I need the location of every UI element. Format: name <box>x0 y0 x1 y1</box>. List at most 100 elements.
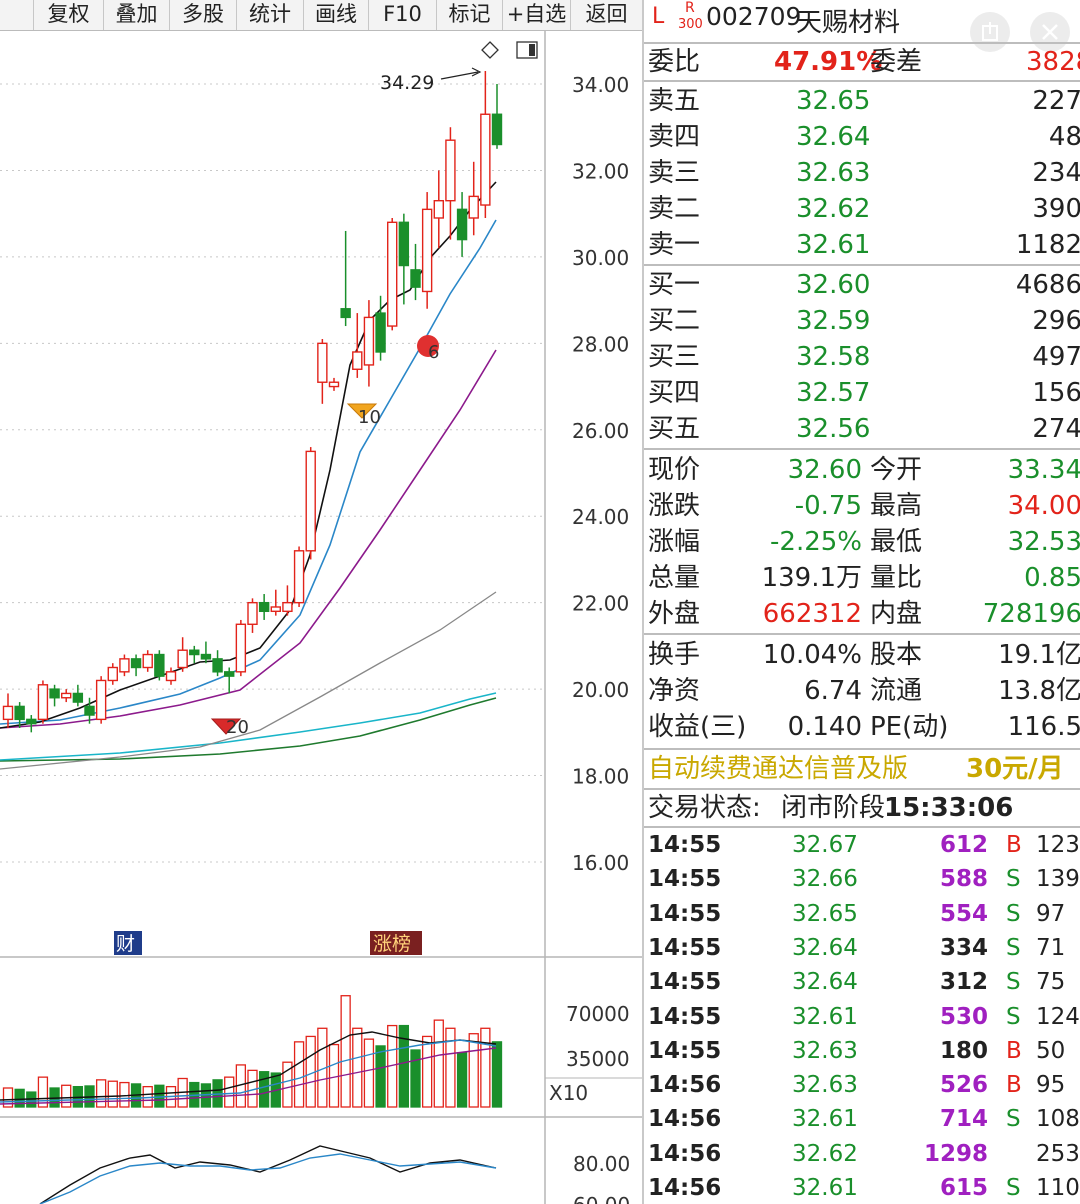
bid-row[interactable]: 买四 32.57 156 <box>644 375 1080 411</box>
statistics-button[interactable]: 统计 <box>237 0 304 30</box>
tick-price: 32.63 <box>792 1037 858 1064</box>
tick-row[interactable]: 14:56 32.62 1298 253 <box>644 1137 1080 1171</box>
tick-side: S <box>1006 934 1021 961</box>
tick-row[interactable]: 14:56 32.63 526 B 95 <box>644 1068 1080 1102</box>
weibi-row: 委比 47.91% 委差 3828 <box>644 44 1080 80</box>
volume-bar <box>340 995 351 1108</box>
bid-price: 32.60 <box>796 270 871 300</box>
candle-body <box>212 658 223 673</box>
candle <box>305 447 316 560</box>
quote-row: 外盘 662312 内盘 728196 <box>644 596 1080 632</box>
tick-price: 32.61 <box>792 1003 858 1030</box>
tick-side: B <box>1006 832 1022 858</box>
fuquan-button[interactable]: 复权 <box>34 0 104 30</box>
candle <box>410 243 421 301</box>
stock-code: 002709 <box>706 2 802 31</box>
tick-count: 108 <box>1036 1106 1080 1133</box>
tick-row[interactable]: 14:55 32.63 180 B 50 <box>644 1034 1080 1068</box>
candle-body <box>363 316 375 366</box>
candle-body <box>480 113 491 206</box>
ask-row[interactable]: 卖一 32.61 1182 <box>644 227 1080 263</box>
ask-row[interactable]: 卖三 32.63 234 <box>644 155 1080 191</box>
volume-bar <box>258 1071 270 1108</box>
candle-body <box>247 601 258 625</box>
candle-body <box>317 342 328 383</box>
quote-row: 涨幅 -2.25% 最低 32.53 <box>644 524 1080 560</box>
tick-row[interactable]: 14:56 32.61 714 S 108 <box>644 1102 1080 1136</box>
candle-body <box>72 692 84 703</box>
ask-row[interactable]: 卖二 32.62 390 <box>644 191 1080 227</box>
diamond-icon[interactable] <box>481 41 499 59</box>
quote-label: 总量 <box>648 563 701 593</box>
bid-row[interactable]: 买二 32.59 296 <box>644 303 1080 339</box>
quote-row: 总量 139.1万 量比 0.85 <box>644 560 1080 596</box>
tick-row[interactable]: 14:55 32.66 588 S 139 <box>644 862 1080 896</box>
volume-bar <box>410 1049 421 1108</box>
candle <box>95 676 107 724</box>
bid-volume: 296 <box>1032 306 1080 336</box>
ask-label: 卖一 <box>648 230 701 260</box>
ask-price: 32.62 <box>796 194 871 224</box>
volume-bar <box>352 1027 363 1108</box>
tick-volume: 588 <box>939 866 988 893</box>
weibi-value: 47.91% <box>774 47 883 77</box>
bid-row[interactable]: 买三 32.58 497 <box>644 339 1080 375</box>
candle-body <box>433 199 444 219</box>
promo-text: 自动续费通达信普及版 <box>648 754 909 784</box>
badge-20[interactable]: 20 <box>210 717 249 738</box>
grid-lines <box>0 83 545 863</box>
add-favorite-button[interactable]: +自选 <box>503 0 571 30</box>
fundamental-value: 19.1亿 <box>998 640 1080 670</box>
ask-label: 卖四 <box>648 122 701 152</box>
candle-body <box>293 550 305 604</box>
tick-row[interactable]: 14:55 32.61 530 S 124 <box>644 1000 1080 1034</box>
divider <box>644 448 1080 450</box>
tick-time: 14:55 <box>648 900 722 927</box>
bid-row[interactable]: 买五 32.56 274 <box>644 411 1080 447</box>
candle <box>224 667 235 694</box>
mark-button[interactable]: 标记 <box>437 0 503 30</box>
candle-body <box>130 658 142 669</box>
bid-row[interactable]: 买一 32.60 4686 <box>644 267 1080 303</box>
candle <box>247 598 258 633</box>
badge-10[interactable]: 10 <box>346 403 381 428</box>
tick-row[interactable]: 14:55 32.64 334 S 71 <box>644 931 1080 965</box>
tick-time: 14:56 <box>648 1140 722 1167</box>
kdj-blue <box>39 1153 497 1204</box>
quote-value: 33.34 <box>1007 455 1080 485</box>
fundamental-value: 116.5 <box>1007 712 1080 742</box>
quote-row: 涨跌 -0.75 最高 34.00 <box>644 488 1080 524</box>
back-button[interactable]: 返回 <box>571 0 642 30</box>
trade-status-row: 交易状态: 闭市阶段 15:33:06 <box>644 790 1080 826</box>
stock-header: L R 300 002709 天赐材料 <box>644 0 1080 52</box>
tick-price: 32.64 <box>792 969 858 996</box>
tick-row[interactable]: 14:55 32.67 612 B 123 <box>644 828 1080 862</box>
kline-panel[interactable]: 复权 叠加 多股 统计 画线 F10 标记 +自选 返回 34.29 10 6 … <box>0 0 642 1204</box>
candle <box>154 650 165 681</box>
promo-row[interactable]: 自动续费通达信普及版 30元/月 <box>644 751 1080 787</box>
kline-chart[interactable]: 34.29 10 6 20 财 涨榜 34.00 32.00 30.00 28.00 2… <box>0 31 642 1204</box>
candle-body <box>387 221 398 327</box>
f10-button[interactable]: F10 <box>369 0 437 30</box>
multi-stock-button[interactable]: 多股 <box>170 0 237 30</box>
candle-body <box>491 113 503 146</box>
overlay-button[interactable]: 叠加 <box>104 0 170 30</box>
tick-row[interactable]: 14:56 32.61 615 S 110 <box>644 1171 1080 1204</box>
candle <box>328 377 340 391</box>
ask-row[interactable]: 卖四 32.64 48 <box>644 119 1080 155</box>
candle-body <box>258 601 270 613</box>
draw-line-button[interactable]: 画线 <box>304 0 369 30</box>
trade-status-time: 15:33:06 <box>884 793 1014 823</box>
quote-value: -0.75 <box>794 491 862 521</box>
ask-row[interactable]: 卖五 32.65 227 <box>644 83 1080 119</box>
quote-value: 139.1万 <box>761 563 862 593</box>
quote-label: 涨幅 <box>648 527 701 557</box>
candle <box>270 589 281 616</box>
tick-row[interactable]: 14:55 32.65 554 S 97 <box>644 897 1080 931</box>
tick-count: 139 <box>1036 866 1080 893</box>
badge-6[interactable]: 6 <box>417 335 439 363</box>
price-axis-label: 30.00 <box>572 246 629 270</box>
tick-row[interactable]: 14:55 32.64 312 S 75 <box>644 965 1080 999</box>
bid-label: 买二 <box>648 306 701 336</box>
ask-volume: 234 <box>1032 158 1080 188</box>
